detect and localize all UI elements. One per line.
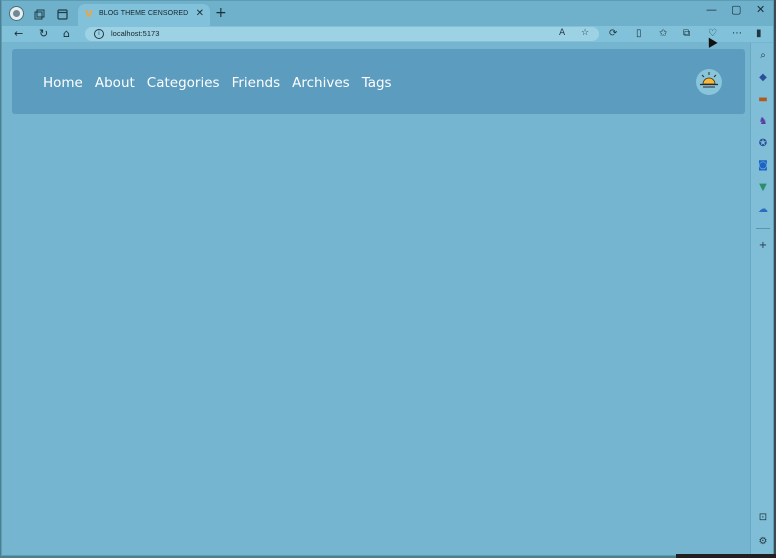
favorite-star-icon[interactable]: ☆ — [581, 28, 589, 38]
tab-title: BLOG THEME CENSORED — [99, 10, 189, 17]
back-icon[interactable]: ← — [14, 27, 23, 41]
site-info-icon[interactable]: i — [94, 29, 104, 39]
outlook-icon[interactable]: ◙ — [756, 159, 770, 173]
nav-links: Home About Categories Friends Archives T… — [43, 75, 404, 91]
page-viewport: Home About Categories Friends Archives T… — [6, 43, 749, 555]
read-aloud-icon[interactable]: A — [559, 28, 565, 38]
site-navbar: Home About Categories Friends Archives T… — [12, 49, 745, 114]
theme-toggle-button[interactable] — [696, 69, 722, 95]
url-text[interactable]: localhost:5173 — [111, 29, 159, 38]
more-options-icon[interactable]: ⋯ — [732, 28, 742, 40]
tab-actions-icon[interactable] — [55, 7, 69, 21]
maximize-button[interactable]: ▢ — [731, 4, 741, 15]
workspaces-icon[interactable] — [32, 7, 46, 21]
settings-icon[interactable]: ⚙ — [756, 535, 770, 549]
tab-close-icon[interactable]: ✕ — [196, 8, 204, 19]
close-window-button[interactable]: ✕ — [756, 4, 765, 15]
nav-about[interactable]: About — [95, 75, 135, 91]
games-icon[interactable]: ♞ — [756, 115, 770, 129]
taskbar-edge — [676, 554, 776, 558]
shopping-tag-icon[interactable]: ◆ — [756, 71, 770, 85]
new-tab-button[interactable]: + — [215, 6, 227, 20]
sidebar-toggle-icon[interactable]: ▮ — [756, 28, 762, 40]
vite-favicon-icon: V — [85, 9, 93, 20]
split-screen-icon[interactable]: ▯ — [636, 28, 642, 40]
microsoft-365-icon[interactable]: ✪ — [756, 137, 770, 151]
home-icon[interactable]: ⌂ — [63, 27, 70, 41]
extensions-icon[interactable]: ⟳ — [609, 28, 617, 40]
tab-active[interactable]: V BLOG THEME CENSORED ✕ — [78, 4, 210, 26]
nav-categories[interactable]: Categories — [147, 75, 220, 91]
browser-window: V BLOG THEME CENSORED ✕ + — ▢ ✕ ← ↻ ⌂ i … — [1, 0, 774, 556]
favorites-icon[interactable]: ✩ — [659, 28, 667, 40]
tools-icon[interactable]: ▬ — [756, 93, 770, 107]
address-bar[interactable]: i localhost:5173 A ☆ — [85, 27, 599, 41]
nav-home[interactable]: Home — [43, 75, 83, 91]
sunrise-icon — [700, 72, 718, 88]
edge-sidebar: ⌕ ◆ ▬ ♞ ✪ ◙ ▼ ☁ + ⊡ ⚙ — [750, 43, 773, 555]
minimize-button[interactable]: — — [706, 4, 717, 15]
nav-tags[interactable]: Tags — [362, 75, 392, 91]
nav-friends[interactable]: Friends — [232, 75, 281, 91]
search-icon[interactable]: ⌕ — [756, 49, 770, 63]
refresh-icon[interactable]: ↻ — [39, 27, 48, 41]
nav-archives[interactable]: Archives — [292, 75, 350, 91]
profile-icon[interactable] — [9, 6, 24, 21]
hide-sidebar-icon[interactable]: ⊡ — [756, 511, 770, 525]
add-sidebar-app-icon[interactable]: + — [756, 239, 770, 253]
cloud-icon[interactable]: ☁ — [756, 203, 770, 217]
drop-icon[interactable]: ▼ — [756, 181, 770, 195]
tab-bar: V BLOG THEME CENSORED ✕ + — ▢ ✕ — [2, 1, 773, 26]
collections-icon[interactable]: ⧉ — [683, 28, 690, 40]
sidebar-divider — [756, 228, 770, 229]
